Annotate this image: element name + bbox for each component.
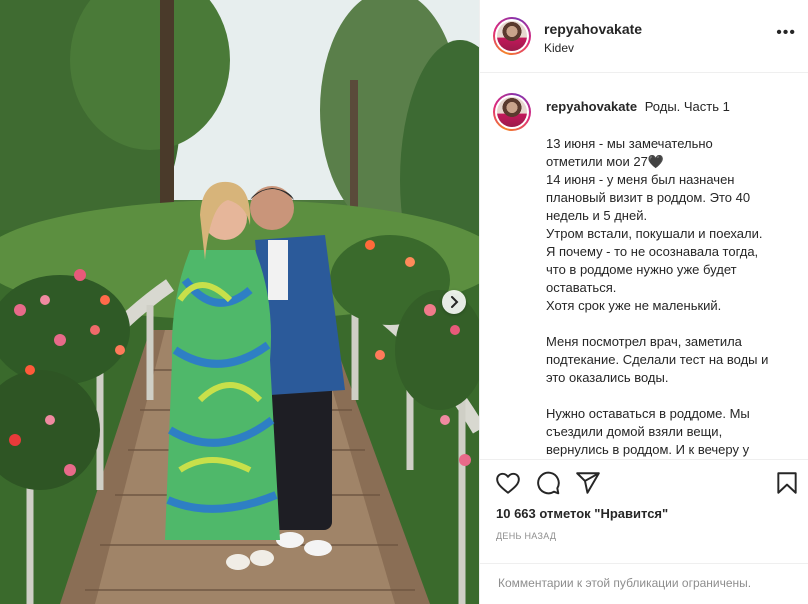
caption-head: repyahovakate Роды. Часть 1 xyxy=(546,99,730,114)
caption-line: отметили мои 27🖤 xyxy=(546,154,664,169)
more-options-icon[interactable]: ••• xyxy=(776,25,796,41)
caption-line: что в роддоме нужно уже будет xyxy=(546,262,737,277)
chevron-right-icon xyxy=(451,296,459,308)
caption-line: 13 июня - мы замечательно xyxy=(546,136,713,151)
caption-line: Утром встали, покушали и поехали. xyxy=(546,226,763,241)
next-photo-button[interactable] xyxy=(442,290,466,314)
heart-icon xyxy=(496,472,520,494)
caption-line: подтекание. Сделали тест на воды и xyxy=(546,352,769,367)
caption-line: оставаться. xyxy=(546,280,617,295)
comment-button[interactable] xyxy=(535,470,561,496)
caption-line: Меня посмотрел врач, заметила xyxy=(546,334,742,349)
caption-line: Хотя срок уже не маленький. xyxy=(546,298,722,313)
post-time[interactable]: ДЕНЬ НАЗАД xyxy=(496,531,556,541)
comment-icon xyxy=(537,471,560,495)
caption-avatar[interactable] xyxy=(493,93,531,131)
post-side-panel: repyahovakate Kidev ••• repyahovakate Ро… xyxy=(479,0,808,604)
post-header: repyahovakate Kidev ••• xyxy=(480,0,808,73)
comments-limited-notice: Комментарии к этой публикации ограничены… xyxy=(480,563,808,604)
post-photo[interactable] xyxy=(0,0,479,604)
header-location[interactable]: Kidev xyxy=(544,41,574,55)
likes-count[interactable]: 10 663 отметок "Нравится" xyxy=(496,506,668,521)
caption-line: 14 июня - у меня был назначен xyxy=(546,172,735,187)
caption-username[interactable]: repyahovakate xyxy=(546,99,637,114)
caption-line: вернулись в роддом. И к вечеру у xyxy=(546,442,750,457)
share-icon xyxy=(576,472,600,494)
avatar[interactable] xyxy=(493,17,531,55)
caption-line: недель и 5 дней. xyxy=(546,208,648,223)
bookmark-icon xyxy=(777,472,797,494)
post-actions: 10 663 отметок "Нравится" ДЕНЬ НАЗАД xyxy=(480,459,808,563)
share-button[interactable] xyxy=(575,470,601,496)
save-button[interactable] xyxy=(774,470,800,496)
caption-area: repyahovakate Роды. Часть 1 13 июня - мы… xyxy=(480,73,808,459)
caption-line: Нужно оставаться в роддоме. Мы xyxy=(546,406,750,421)
header-username[interactable]: repyahovakate xyxy=(544,21,642,37)
caption-line: съездили домой взяли вещи, xyxy=(546,424,723,439)
photo-scene xyxy=(0,0,479,604)
caption-text: 13 июня - мы замечательно отметили мои 2… xyxy=(546,135,796,459)
caption-line: Я почему - то не осознавала тогда, xyxy=(546,244,759,259)
caption-title: Роды. Часть 1 xyxy=(644,99,730,114)
caption-line: это оказались воды. xyxy=(546,370,669,385)
like-button[interactable] xyxy=(495,470,521,496)
caption-line: плановый визит в роддом. Это 40 xyxy=(546,190,751,205)
